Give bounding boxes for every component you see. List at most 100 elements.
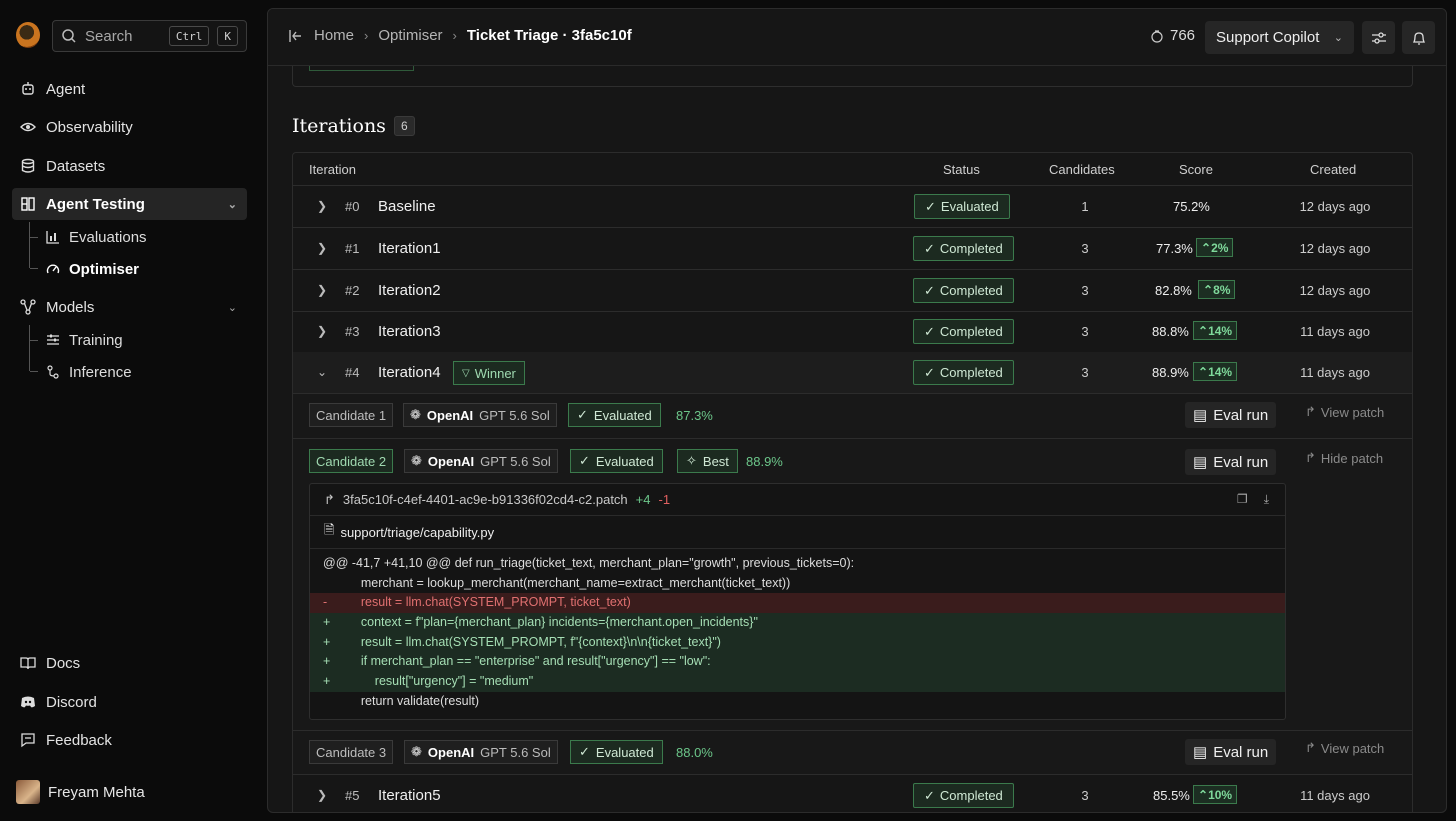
sidebar-item-models[interactable]: Models ⌄: [12, 291, 247, 323]
hide-patch-link[interactable]: ↱ Hide patch: [1305, 450, 1383, 466]
search-icon: [62, 29, 76, 43]
created-time: 12 days ago: [1299, 283, 1371, 298]
settings-button[interactable]: [1362, 21, 1395, 54]
git-branch-icon: ↱: [324, 491, 335, 507]
delta-text: 14%: [1208, 364, 1233, 379]
sidebar-item-optimiser[interactable]: Optimiser: [45, 257, 139, 281]
chevron-right-icon[interactable]: ❯: [317, 283, 327, 297]
status-text: Completed: [939, 788, 1003, 803]
eye-icon: [20, 119, 36, 135]
check-icon: ✓: [925, 198, 936, 214]
table-row-expanded[interactable]: ⌄ #4 Iteration4 ▽ Winner ✓ Completed 3 88.…: [293, 352, 1412, 394]
patch-tools: ❐ ⤓: [1237, 492, 1269, 507]
sidebar: Search Ctrl K Agent Observability Datase…: [0, 0, 260, 821]
sidebar-item-discord[interactable]: Discord: [12, 686, 247, 718]
chevron-down-icon[interactable]: ⌄: [228, 301, 237, 314]
table-row[interactable]: ❯ #3 Iteration3 ✓ Completed 3 88.8% ⌃ 14% …: [293, 311, 1412, 353]
diff-added-line: + if merchant_plan == "enterprise" and r…: [310, 652, 1285, 673]
eval-run-button[interactable]: ▤ Eval run: [1185, 402, 1277, 428]
evaluated-badge: ✓ Evaluated: [570, 449, 663, 473]
provider-name: OpenAI: [426, 407, 474, 423]
eval-run-label: Eval run: [1213, 743, 1269, 761]
candidate-label: Candidate 1: [309, 403, 394, 427]
sidebar-item-feedback[interactable]: Feedback: [12, 724, 247, 756]
view-patch-link[interactable]: ↱ View patch: [1305, 740, 1384, 756]
chart-icon: ▤: [1193, 407, 1208, 424]
sidebar-item-training[interactable]: Training: [45, 328, 123, 352]
iterations-table: Iteration Status Candidates Score Create…: [292, 152, 1413, 812]
copy-icon[interactable]: ❐: [1237, 492, 1248, 507]
chevron-down-icon[interactable]: ⌄: [228, 198, 237, 211]
candidates-count: 1: [1081, 199, 1089, 214]
chevron-right-icon[interactable]: ❯: [317, 324, 327, 338]
app-logo[interactable]: [16, 22, 40, 48]
gauge-icon: [45, 261, 61, 277]
sidebar-item-observability[interactable]: Observability: [12, 111, 247, 143]
chart-icon: [45, 229, 61, 245]
delta-text: 8%: [1213, 282, 1231, 297]
kbd-ctrl: Ctrl: [168, 26, 210, 46]
chevron-down-icon[interactable]: ⌄: [317, 365, 327, 379]
status-badge: ✓ Completed: [913, 360, 1014, 385]
created-time: 11 days ago: [1300, 324, 1370, 339]
table-header: Iteration Status Candidates Score Create…: [293, 153, 1412, 186]
status-badge: ✓ Completed: [913, 236, 1014, 261]
sidebar-item-evaluations[interactable]: Evaluations: [45, 225, 147, 249]
diff-text: result["urgency"] = "medium": [347, 674, 534, 689]
arrow-up-icon: ⌃: [1198, 323, 1209, 338]
breadcrumb-home[interactable]: Home: [314, 27, 354, 44]
candidate-label: Candidate 3: [309, 740, 394, 764]
diff-text: return validate(result): [347, 693, 479, 708]
main-panel: Home › Optimiser › Ticket Triage · 3fa5c…: [267, 8, 1447, 813]
table-row[interactable]: ❯ #0 Baseline ✓ Evaluated 1 75.2% 12 days…: [293, 186, 1412, 228]
created-time: 12 days ago: [1299, 199, 1371, 214]
chevron-right-icon: ›: [364, 28, 369, 43]
eval-run-button[interactable]: ▤ Eval run: [1185, 449, 1277, 475]
sidebar-item-agent[interactable]: Agent: [12, 73, 247, 105]
chevron-right-icon[interactable]: ❯: [317, 788, 327, 802]
sidebar-item-agent-testing[interactable]: Agent Testing ⌄: [12, 188, 247, 220]
col-score: Score: [1179, 162, 1213, 177]
sidebar-item-label: Inference: [69, 363, 132, 381]
user-menu[interactable]: Freyam Mehta: [16, 780, 145, 804]
sliders-icon: [1371, 31, 1386, 44]
candidates-count: 3: [1081, 365, 1089, 380]
diff-code: @@ -41,7 +41,10 @@ def run_triage(ticket…: [310, 554, 1285, 712]
tree-branch: [30, 268, 38, 269]
bot-icon: [20, 81, 36, 97]
patch-file-header: 🗎 support/triage/capability.py: [310, 516, 1285, 549]
view-patch-link[interactable]: ↱ View patch: [1305, 404, 1384, 420]
table-row[interactable]: ❯ #2 Iteration2 ✓ Completed 3 82.8% ⌃ 8% 1…: [293, 270, 1412, 312]
chevron-right-icon[interactable]: ❯: [317, 199, 327, 213]
status-badge: ✓ Completed: [913, 783, 1014, 808]
evaluated-badge: ✓ Evaluated: [570, 740, 663, 764]
sidebar-item-inference[interactable]: Inference: [45, 360, 132, 384]
chevron-right-icon[interactable]: ❯: [317, 241, 327, 255]
eval-run-button[interactable]: ▤ Eval run: [1185, 739, 1277, 765]
project-selector[interactable]: Support Copilot ⌄: [1205, 21, 1354, 54]
git-branch-icon: ↱: [1305, 740, 1316, 755]
notifications-button[interactable]: [1402, 21, 1435, 54]
trophy-icon: ▽: [462, 367, 470, 379]
table-row[interactable]: ❯ #5 Iteration5 ✓ Completed 3 85.5% ⌃ 10% …: [293, 775, 1412, 812]
sidebar-item-label: Docs: [46, 654, 81, 672]
sidebar-item-label: Optimiser: [69, 260, 140, 278]
download-icon[interactable]: ⤓: [1264, 492, 1269, 507]
status-badge: ✓ Completed: [913, 278, 1014, 303]
diff-mark: +: [323, 634, 331, 649]
collapse-sidebar-icon[interactable]: [288, 29, 304, 43]
diff-hunk-line: @@ -41,7 +41,10 @@ def run_triage(ticket…: [310, 554, 1285, 574]
table-row[interactable]: ❯ #1 Iteration1 ✓ Completed 3 77.3% ⌃ 2% 1…: [293, 228, 1412, 270]
search-box[interactable]: Search Ctrl K: [52, 20, 247, 52]
sidebar-item-datasets[interactable]: Datasets: [12, 150, 247, 182]
patch-viewer: ↱ 3fa5c10f-c4ef-4401-ac9e-b91336f02cd4-c…: [309, 483, 1286, 720]
chat-icon: [20, 732, 36, 748]
model-badge: ❁ OpenAI GPT 5.6 Sol: [403, 403, 557, 427]
status-text: Evaluated: [940, 199, 999, 214]
check-icon: ✓: [924, 787, 935, 803]
candidates-count: 3: [1081, 283, 1089, 298]
git-branch-icon: ↱: [1305, 450, 1316, 465]
sidebar-item-docs[interactable]: Docs: [12, 647, 247, 679]
breadcrumb-optimiser[interactable]: Optimiser: [378, 27, 442, 44]
col-status: Status: [943, 162, 980, 177]
